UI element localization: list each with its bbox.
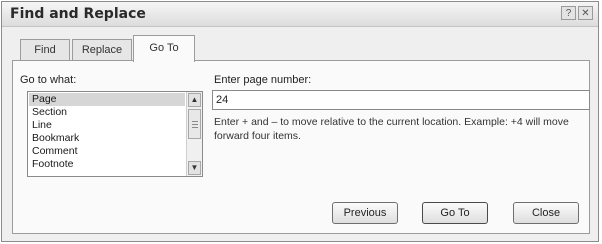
close-button[interactable]: Close bbox=[513, 202, 579, 224]
grip-line bbox=[192, 121, 198, 122]
go-to-button[interactable]: Go To bbox=[422, 202, 488, 224]
close-icon[interactable]: ✕ bbox=[578, 6, 593, 20]
page-number-input[interactable] bbox=[212, 90, 590, 110]
list-scrollbar[interactable]: ▲ ▼ bbox=[186, 92, 202, 176]
list-item-footnote[interactable]: Footnote bbox=[29, 158, 185, 171]
page-number-help: Enter + and – to move relative to the cu… bbox=[214, 116, 569, 142]
list-item-bookmark[interactable]: Bookmark bbox=[29, 132, 185, 145]
tab-find[interactable]: Find bbox=[20, 39, 70, 61]
grip-line bbox=[192, 127, 198, 128]
scroll-down-icon[interactable]: ▼ bbox=[188, 161, 201, 175]
scroll-up-icon[interactable]: ▲ bbox=[188, 93, 201, 107]
tab-replace[interactable]: Replace bbox=[72, 39, 132, 61]
title-bar[interactable]: Find and Replace ? ✕ bbox=[2, 2, 598, 27]
list-item-section[interactable]: Section bbox=[29, 106, 185, 119]
page-number-label: Enter page number: bbox=[214, 74, 312, 86]
list-item-line[interactable]: Line bbox=[29, 119, 185, 132]
list-items: Page Section Line Bookmark Comment Footn… bbox=[29, 93, 185, 175]
go-to-what-label: Go to what: bbox=[20, 74, 77, 86]
help-icon[interactable]: ? bbox=[561, 6, 576, 20]
find-replace-dialog: Find and Replace ? ✕ Find Replace Go To … bbox=[1, 1, 599, 242]
list-item-comment[interactable]: Comment bbox=[29, 145, 185, 158]
grip-line bbox=[192, 124, 198, 125]
scroll-thumb[interactable] bbox=[188, 109, 201, 139]
tab-goto[interactable]: Go To bbox=[133, 35, 195, 62]
go-to-what-list[interactable]: Page Section Line Bookmark Comment Footn… bbox=[27, 91, 203, 177]
dialog-title: Find and Replace bbox=[10, 6, 146, 22]
previous-button[interactable]: Previous bbox=[332, 202, 398, 224]
list-item-page[interactable]: Page bbox=[29, 93, 185, 106]
